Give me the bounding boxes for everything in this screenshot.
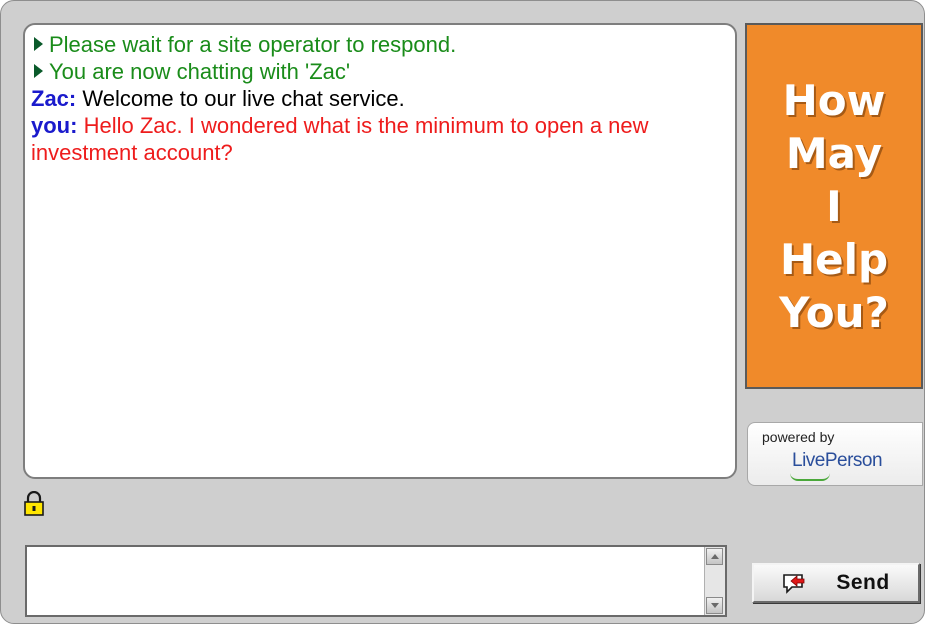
liveperson-logo: LivePerson — [792, 450, 883, 471]
arrow-up-icon — [710, 554, 719, 559]
visitor-message-text: Hello Zac. I wondered what is the minimu… — [31, 113, 649, 165]
arrow-down-icon — [710, 603, 719, 608]
logo-swoosh-icon — [790, 473, 830, 481]
powered-by-label: powered by — [762, 429, 835, 445]
agent-message-text: Welcome to our live chat service. — [82, 86, 405, 111]
banner-line: May — [785, 128, 883, 178]
chat-transcript: Please wait for a site operator to respo… — [23, 23, 737, 479]
chat-window: Please wait for a site operator to respo… — [0, 0, 925, 624]
banner-line: You? — [779, 287, 889, 337]
powered-by-badge[interactable]: powered by LivePerson — [747, 422, 923, 486]
agent-name: Zac: — [31, 86, 77, 111]
message-input-box — [25, 545, 727, 617]
chat-send-icon — [783, 574, 805, 594]
input-scrollbar[interactable] — [704, 547, 725, 615]
banner-line: I — [826, 181, 842, 231]
visitor-message: you: Hello Zac. I wondered what is the m… — [31, 112, 729, 166]
lock-icon — [23, 490, 45, 517]
play-arrow-icon — [34, 64, 43, 78]
system-message: Please wait for a site operator to respo… — [31, 31, 729, 58]
system-message-text: You are now chatting with 'Zac' — [49, 59, 351, 84]
help-banner: How May I Help You? — [745, 23, 923, 389]
system-message: You are now chatting with 'Zac' — [31, 58, 729, 85]
message-input[interactable] — [27, 547, 705, 615]
send-button-label: Send — [836, 571, 890, 594]
banner-line: Help — [779, 234, 889, 284]
system-message-text: Please wait for a site operator to respo… — [49, 32, 457, 57]
scroll-up-button[interactable] — [706, 548, 723, 565]
scroll-down-button[interactable] — [706, 597, 723, 614]
banner-line: How — [782, 75, 886, 125]
send-button[interactable]: Send — [752, 563, 920, 603]
agent-message: Zac: Welcome to our live chat service. — [31, 85, 729, 112]
play-arrow-icon — [34, 37, 43, 51]
visitor-name: you: — [31, 113, 78, 138]
